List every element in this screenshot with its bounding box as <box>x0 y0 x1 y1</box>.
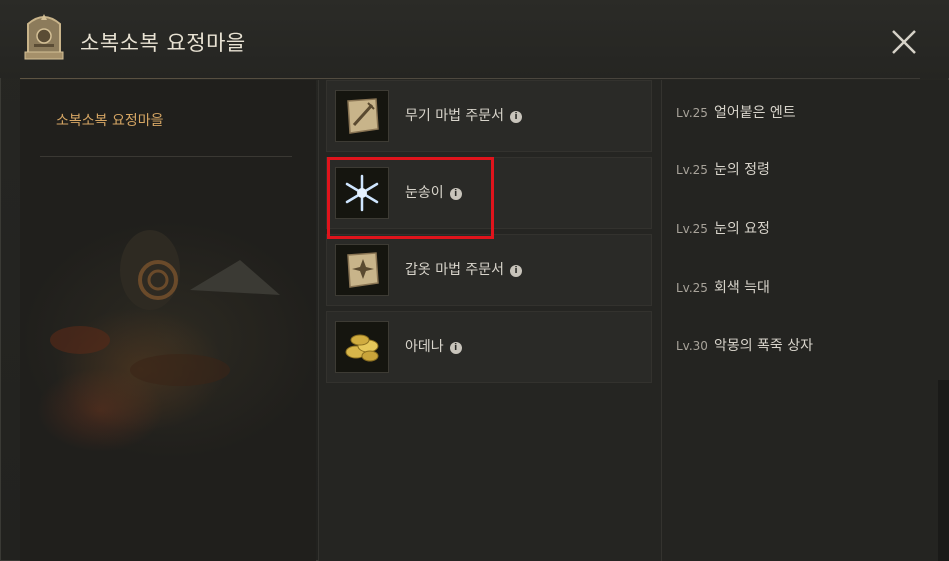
adena-coins-icon <box>335 321 389 373</box>
monster-name: 눈의 요정 <box>713 221 770 237</box>
reward-item[interactable]: 눈송이 i <box>326 157 652 229</box>
sidebar-item-label: 소복소복 요정마을 <box>56 113 164 129</box>
header-divider <box>20 78 920 79</box>
monster-name: 회색 늑대 <box>713 280 770 296</box>
armor-scroll-icon <box>335 244 389 296</box>
monster-level: Lv.25 <box>676 222 708 236</box>
monster-item[interactable]: Lv.30 악몽의 폭죽 상자 <box>676 335 813 355</box>
reward-label: 아데나 i <box>405 336 462 356</box>
reward-item[interactable]: 무기 마법 주문서 i <box>326 80 652 152</box>
emblem-icon <box>24 14 64 60</box>
close-icon[interactable] <box>888 26 920 58</box>
dungeon-illustration <box>50 230 280 386</box>
reward-label: 갑옷 마법 주문서 i <box>405 259 523 279</box>
monster-level: Lv.30 <box>676 339 708 353</box>
monster-name: 눈의 정령 <box>713 162 770 178</box>
info-icon[interactable]: i <box>510 111 523 123</box>
reward-name: 무기 마법 주문서 <box>405 108 505 124</box>
monster-level: Lv.25 <box>676 281 708 295</box>
reward-name: 아데나 <box>405 339 444 355</box>
monster-item[interactable]: Lv.25 얼어붙은 엔트 <box>676 102 796 122</box>
sidebar-item-dungeon[interactable]: 소복소복 요정마을 <box>38 104 294 156</box>
reward-item[interactable]: 아데나 i <box>326 311 652 383</box>
info-icon[interactable]: i <box>449 342 462 354</box>
reward-label: 눈송이 i <box>405 182 462 202</box>
info-icon[interactable]: i <box>449 188 462 200</box>
monster-name: 악몽의 폭죽 상자 <box>713 338 814 354</box>
monster-name: 얼어붙은 엔트 <box>713 105 796 121</box>
sidebar-divider <box>40 156 292 157</box>
monster-item[interactable]: Lv.25 눈의 요정 <box>676 218 770 238</box>
weapon-scroll-icon <box>335 90 389 142</box>
reward-item[interactable]: 갑옷 마법 주문서 i <box>326 234 652 306</box>
monster-item[interactable]: Lv.25 회색 늑대 <box>676 277 770 297</box>
info-icon[interactable]: i <box>510 265 523 277</box>
reward-label: 무기 마법 주문서 i <box>405 105 523 125</box>
monster-level: Lv.25 <box>676 106 708 120</box>
window-header: 소복소복 요정마을 <box>0 0 949 78</box>
dungeon-info-window: 소복소복 요정마을 소복소복 요정마을 무기 마법 주문서 i 눈송이 i 갑옷… <box>0 0 949 561</box>
background-edge <box>938 380 949 561</box>
monster-level: Lv.25 <box>676 163 708 177</box>
monster-item[interactable]: Lv.25 눈의 정령 <box>676 159 770 179</box>
window-title: 소복소복 요정마을 <box>80 31 246 55</box>
reward-name: 눈송이 <box>405 185 444 201</box>
snowflake-icon <box>335 167 389 219</box>
reward-name: 갑옷 마법 주문서 <box>405 262 505 278</box>
monster-list-panel <box>662 80 949 561</box>
